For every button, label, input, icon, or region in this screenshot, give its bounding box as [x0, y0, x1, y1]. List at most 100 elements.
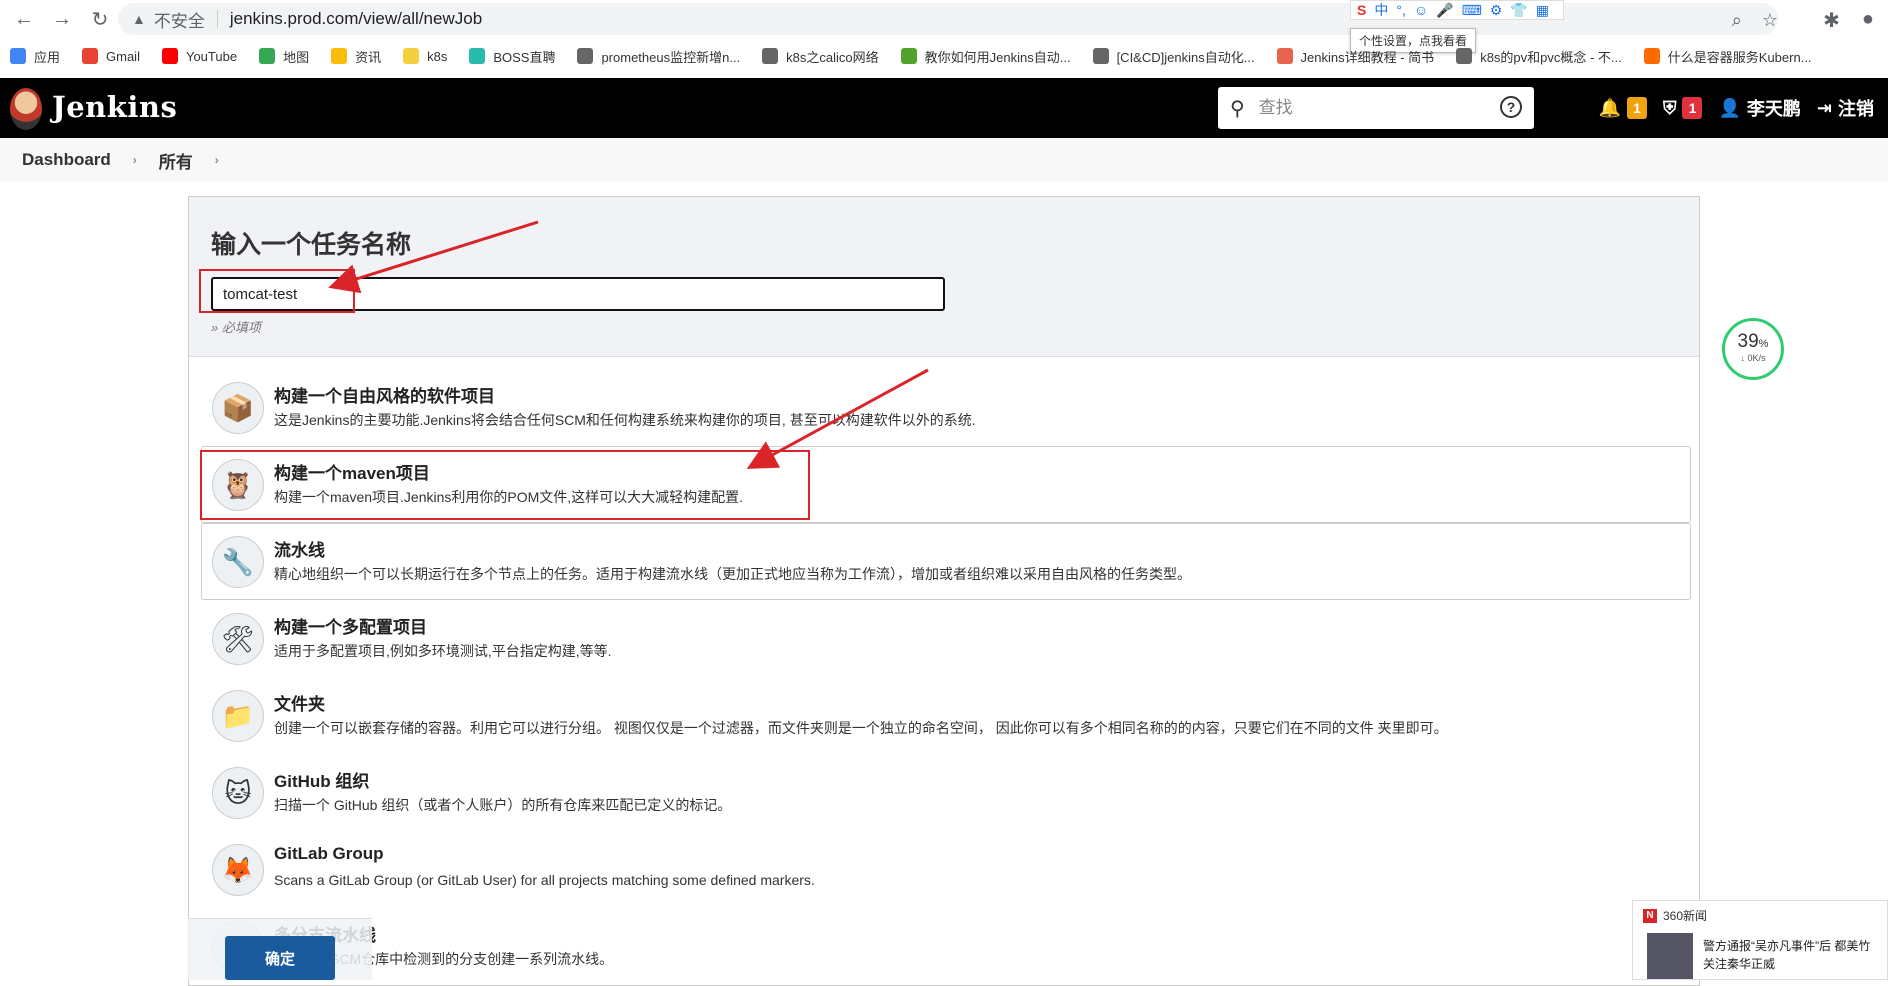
bookmark-item[interactable]: 什么是容器服务Kubern...	[1643, 47, 1812, 66]
bookmark-item[interactable]: BOSS直聘	[469, 47, 555, 66]
bookmark-label: BOSS直聘	[493, 49, 556, 65]
bell-icon: 🔔	[1598, 97, 1621, 118]
bookmark-label: k8s的pv和pvc概念 - 不...	[1480, 49, 1622, 65]
extensions-icon[interactable]: ✱	[1823, 8, 1840, 33]
ok-button[interactable]: 确定	[225, 936, 335, 980]
bookmark-favicon-icon	[1643, 48, 1660, 64]
bookmark-item[interactable]: k8s之calico网络	[762, 47, 879, 66]
bookmark-item[interactable]: k8s的pv和pvc概念 - 不...	[1456, 47, 1622, 66]
item-type-icon: 🦊	[212, 844, 264, 896]
bookmark-item[interactable]: [CI&CD]jenkins自动化...	[1092, 47, 1255, 66]
item-type-icon: 🔧	[212, 536, 264, 588]
bookmark-star-icon[interactable]: ☆	[1762, 10, 1778, 31]
ime-item-icon[interactable]: 🎤	[1436, 2, 1453, 18]
bookmark-item[interactable]: 地图	[259, 47, 309, 66]
search-box: ⚲ ?	[1218, 87, 1534, 129]
item-type-option[interactable]: 🐱 GitHub 组织扫描一个 GitHub 组织（或者个人账户）的所有仓库来匹配…	[201, 754, 1691, 831]
search-icon: ⚲	[1230, 97, 1245, 120]
item-type-description: 扫描一个 GitHub 组织（或者个人账户）的所有仓库来匹配已定义的标记。	[274, 797, 732, 813]
breadcrumb-dashboard[interactable]: Dashboard	[22, 150, 111, 170]
header-actions: 🔔 1 ⛨ 1 👤 李天鹏 ⇥ 注销	[1599, 78, 1874, 138]
bookmark-favicon-icon	[161, 48, 178, 64]
ime-item-icon[interactable]: ⌨	[1462, 2, 1482, 18]
ime-items[interactable]: 中 °, ☺ 🎤 ⌨ ⚙ 👕 ▦	[1374, 0, 1557, 20]
item-type-option[interactable]: ⑂多分支流水线根据一个SCM仓库中检测到的分支创建一系列流水线。	[201, 908, 1691, 985]
user-icon: 👤	[1718, 97, 1741, 118]
ime-item-icon[interactable]: ▦	[1536, 2, 1549, 18]
jenkins-logo-icon[interactable]	[10, 88, 42, 130]
item-type-icon: 🐱	[212, 767, 264, 819]
logout-button[interactable]: ⇥ 注销	[1817, 95, 1874, 121]
back-icon[interactable]: ←	[10, 5, 38, 33]
zoom-icon[interactable]: ⌕	[1732, 10, 1742, 31]
chevron-right-icon[interactable]: ›	[133, 153, 137, 167]
chevron-right-icon[interactable]: ›	[215, 153, 219, 167]
ime-toolbar[interactable]: S 中 °, ☺ 🎤 ⌨ ⚙ 👕 ▦	[1350, 0, 1565, 20]
bookmark-favicon-icon	[82, 48, 99, 64]
user-name: 李天鹏	[1746, 99, 1801, 119]
item-type-title: GitHub 组织	[274, 772, 370, 791]
bookmark-item[interactable]: 教你如何用Jenkins自动...	[900, 47, 1071, 66]
notifications-button[interactable]: 🔔 1	[1599, 97, 1647, 119]
news-text[interactable]: 警方通报“吴亦凡事件”后 都美竹 关注秦华正威	[1703, 937, 1870, 973]
profile-icon[interactable]: ●	[1862, 8, 1874, 33]
item-type-icon: 📁	[212, 690, 264, 742]
bookmarks-bar: 应用 Gmail YouTube 地图 资讯 k8s BOSS直聘 prometheus监控新…	[0, 40, 1888, 72]
bookmark-item[interactable]: 资讯	[331, 47, 381, 66]
speed-percent: 39%	[1737, 331, 1769, 352]
bookmark-favicon-icon	[259, 48, 276, 64]
user-menu[interactable]: 👤 李天鹏	[1718, 95, 1800, 121]
bookmark-label: 资讯	[355, 49, 382, 65]
security-badge: 1	[1682, 97, 1703, 119]
item-type-title: 构建一个自由风格的软件项目	[274, 387, 495, 406]
bookmark-label: Gmail	[106, 48, 140, 64]
item-type-icon: 📦	[212, 382, 264, 434]
ime-item-icon[interactable]: °,	[1396, 2, 1406, 18]
bookmark-label: [CI&CD]jenkins自动化...	[1116, 49, 1255, 65]
item-type-option[interactable]: 🦊 GitLab Group Scans a GitLab Group (or Gi…	[201, 831, 1691, 908]
news-popup[interactable]: N 360新闻 警方通报“吴亦凡事件”后 都美竹 关注秦华正威	[1632, 900, 1888, 980]
brand-name[interactable]: Jenkins	[52, 90, 177, 124]
bookmark-favicon-icon	[577, 48, 594, 64]
ime-item-icon[interactable]: ☺	[1414, 2, 1428, 18]
highlight-box-maven	[200, 450, 810, 520]
insecure-label: 不安全	[153, 11, 205, 31]
news-thumbnail[interactable]	[1647, 933, 1693, 979]
bookmark-item[interactable]: Gmail	[82, 48, 140, 64]
item-type-title: 文件夹	[274, 695, 325, 714]
jenkins-header: Jenkins ⚲ ? 🔔 1 ⛨ 1 👤 李天鹏 ⇥ 注销	[0, 78, 1888, 138]
bookmark-favicon-icon	[1092, 48, 1109, 64]
network-speed-widget[interactable]: 39% ↓ 0K/s	[1722, 318, 1784, 380]
bookmark-item[interactable]: prometheus监控新增n...	[577, 47, 740, 66]
search-input[interactable]	[1258, 98, 1479, 118]
ime-item-icon[interactable]: 中	[1374, 2, 1388, 18]
forward-icon[interactable]: →	[48, 5, 76, 33]
new-job-panel: 输入一个任务名称 » 必填项 📦 构建一个自由风格的软件项目这是Jenkins的主…	[188, 196, 1700, 986]
reload-icon[interactable]: ↻	[86, 5, 114, 33]
bookmark-item[interactable]: k8s	[403, 48, 447, 64]
item-type-option[interactable]: 📦 构建一个自由风格的软件项目这是Jenkins的主要功能.Jenkins将会结合…	[201, 369, 1691, 446]
news-headline: 警方通报“吴亦凡事件”后 都美竹	[1703, 939, 1871, 953]
shield-icon: ⛨	[1662, 97, 1677, 118]
bookmark-item[interactable]: YouTube	[161, 48, 237, 64]
bookmark-item[interactable]: 应用	[10, 47, 60, 66]
sogou-logo-icon[interactable]: S	[1357, 2, 1366, 18]
bookmark-label: k8s之calico网络	[786, 49, 879, 65]
name-section: 输入一个任务名称 » 必填项	[189, 197, 1699, 357]
security-button[interactable]: ⛨ 1	[1663, 97, 1703, 119]
breadcrumb-all[interactable]: 所有	[159, 148, 193, 173]
ime-item-icon[interactable]: 👕	[1510, 2, 1527, 18]
item-type-option[interactable]: 🛠 构建一个多配置项目 适用于多配置项目,例如多环境测试,平台指定构建,等等.	[201, 600, 1691, 677]
divider	[216, 10, 218, 28]
item-type-description: 这是Jenkins的主要功能.Jenkins将会结合任何SCM和任何构建系统来构…	[274, 412, 976, 428]
url-text: jenkins.prod.com/view/all/newJob	[229, 9, 483, 28]
bookmark-favicon-icon	[762, 48, 779, 64]
ime-item-icon[interactable]: ⚙	[1490, 2, 1503, 18]
help-icon[interactable]: ?	[1500, 96, 1522, 118]
bookmark-favicon-icon	[469, 48, 486, 64]
item-type-description: Scans a GitLab Group (or GitLab User) fo…	[274, 872, 815, 888]
item-type-option[interactable]: 📁 文件夹 创建一个可以嵌套存储的容器。利用它可以进行分组。 视图仅仅是一个过滤器，…	[201, 677, 1691, 754]
bookmark-item[interactable]: Jenkins详细教程 - 简书	[1276, 47, 1434, 66]
item-type-option[interactable]: 🔧 流水线 精心地组织一个可以长期运行在多个节点上的任务。适用于构建流水线（更加正式…	[201, 523, 1691, 600]
bookmark-label: 教你如何用Jenkins自动...	[924, 49, 1071, 65]
